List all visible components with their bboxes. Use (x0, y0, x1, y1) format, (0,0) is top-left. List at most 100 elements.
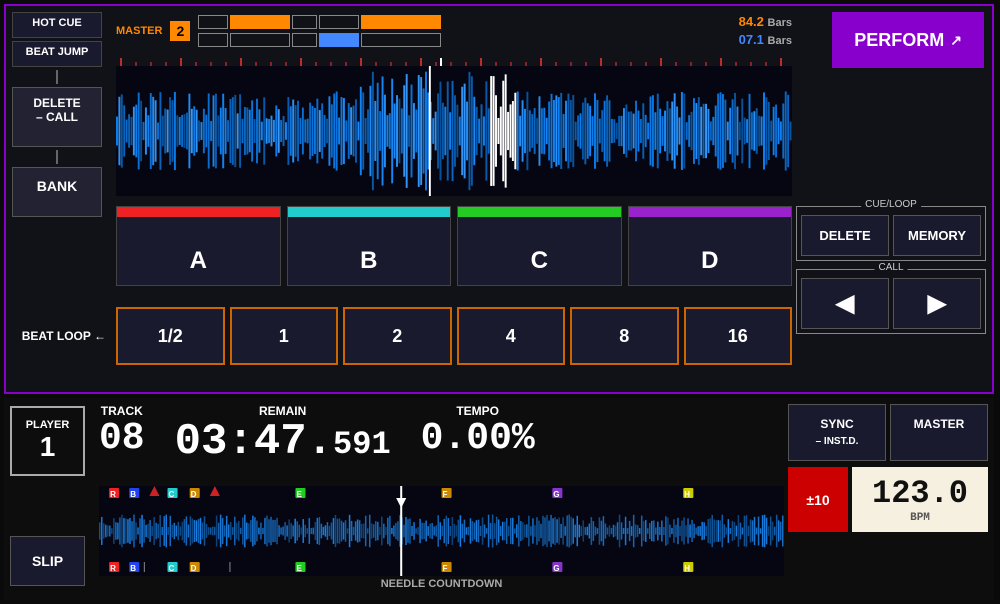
beatloop-btn-1[interactable]: 1 (230, 307, 339, 365)
bar-seg (198, 15, 228, 29)
cue-button-b[interactable]: B (287, 206, 452, 286)
connector-line2 (56, 150, 58, 164)
hot-cue-button[interactable]: HOT CUE (12, 12, 102, 38)
waveform-svg (116, 66, 792, 196)
perform-button[interactable]: PERFORM ↗ (832, 12, 984, 68)
sync-master-row: SYNC– INST.D. MASTER (788, 404, 988, 461)
beatloop-btn-8[interactable]: 8 (570, 307, 679, 365)
track-value: 08 (99, 420, 145, 458)
bar-row-1: 84.2 Bars (198, 14, 792, 29)
call-prev-button[interactable]: ◀ (801, 278, 889, 329)
beatloop-btn-16[interactable]: 16 (684, 307, 793, 365)
left-sidebar: HOT CUE BEAT JUMP DELETE– CALL BANK (12, 12, 102, 217)
bottom-panel: PLAYER 1 TRACK 08 REMAIN 03:47.591 TEMPO… (4, 398, 994, 600)
track-label: TRACK (101, 404, 143, 418)
svg-text:D: D (191, 490, 197, 499)
right-panel: CUE/LOOP DELETE MEMORY CALL ◀ ▶ (796, 206, 986, 334)
master-button[interactable]: MASTER (890, 404, 988, 461)
beatloop-btn-4[interactable]: 4 (457, 307, 566, 365)
cue-button-a[interactable]: A (116, 206, 281, 286)
svg-text:F: F (443, 564, 448, 573)
svg-text:E: E (296, 490, 302, 499)
beatloop-btn-half[interactable]: 1/2 (116, 307, 225, 365)
bpm-display: 123.0 BPM (852, 467, 988, 532)
cue-button-d[interactable]: D (628, 206, 793, 286)
svg-text:F: F (443, 490, 448, 499)
abcd-row: A B C D (116, 206, 792, 286)
svg-text:R: R (110, 564, 116, 573)
main-waveform (116, 66, 792, 196)
svg-text:B: B (130, 564, 136, 573)
svg-text:H: H (684, 490, 690, 499)
svg-text:G: G (553, 490, 559, 499)
cue-loop-delete-button[interactable]: DELETE (801, 215, 889, 256)
cue-color-d (629, 207, 792, 217)
bar-seg (230, 33, 290, 47)
bar-segments-2 (198, 33, 718, 47)
top-panel: HOT CUE BEAT JUMP DELETE– CALL BANK MAST… (4, 4, 994, 394)
bar-segments-1 (198, 15, 718, 29)
cue-label-c: C (531, 247, 548, 275)
svg-text:E: E (296, 564, 302, 573)
svg-text:C: C (169, 490, 175, 499)
master-header: MASTER 2 84.2 Bars (116, 14, 792, 47)
call-next-button[interactable]: ▶ (893, 278, 981, 329)
beat-jump-button[interactable]: BEAT JUMP (12, 41, 102, 67)
svg-text:R: R (110, 490, 116, 499)
perform-label: PERFORM (854, 30, 944, 51)
beatloop-btn-2[interactable]: 2 (343, 307, 452, 365)
bar-seg (198, 33, 228, 47)
sync-button[interactable]: SYNC– INST.D. (788, 404, 886, 461)
cue-color-c (458, 207, 621, 217)
needle-countdown-label: NEEDLE COUNTDOWN (99, 578, 784, 590)
connector-line (56, 70, 58, 84)
player-label: PLAYER (26, 419, 70, 431)
beatloop-buttons: 1/2 1 2 4 8 16 (116, 307, 792, 365)
slip-button[interactable]: SLIP (10, 536, 85, 586)
bottom-right: SYNC– INST.D. MASTER ±10 123.0 BPM (788, 404, 988, 532)
cue-label-b: B (360, 247, 377, 275)
bottom-waveform-svg: R B C D E F G H (99, 486, 784, 576)
bank-button[interactable]: BANK (12, 167, 102, 217)
bar-seg (319, 15, 359, 29)
track-section: TRACK 08 REMAIN 03:47.591 TEMPO 0.00% (99, 404, 535, 464)
bpm-row: ±10 123.0 BPM (788, 467, 988, 532)
bar-value-2: 07.1 Bars (722, 32, 792, 47)
tempo-col: TEMPO 0.00% (421, 404, 535, 458)
bar-seg (292, 15, 317, 29)
cue-label-d: D (701, 247, 718, 275)
player-num-badge: 2 (170, 21, 190, 41)
cue-loop-memory-button[interactable]: MEMORY (893, 215, 981, 256)
beatloop-label: BEAT LOOP ← (6, 329, 116, 343)
perform-arrow-icon: ↗ (950, 32, 962, 49)
bar-value-1: 84.2 Bars (722, 14, 792, 29)
bar-seg-filled (230, 15, 290, 29)
svg-text:H: H (684, 564, 690, 573)
delete-call-button[interactable]: DELETE– CALL (12, 87, 102, 147)
call-buttons: ◀ ▶ (801, 278, 981, 329)
call-section: CALL ◀ ▶ (796, 269, 986, 334)
cue-color-a (117, 207, 280, 217)
bar-row-2: 07.1 Bars (198, 32, 792, 47)
bpm-label: BPM (910, 512, 930, 524)
tempo-value: 0.00% (421, 420, 535, 458)
cue-color-b (288, 207, 451, 217)
cue-loop-section-label: CUE/LOOP (861, 199, 921, 210)
cue-loop-section: CUE/LOOP DELETE MEMORY (796, 206, 986, 261)
bars-container: 84.2 Bars 07.1 Bars (198, 14, 792, 47)
beatloop-area: BEAT LOOP ← 1/2 1 2 4 8 16 (6, 301, 792, 371)
svg-text:C: C (169, 564, 175, 573)
cue-button-c[interactable]: C (457, 206, 622, 286)
remain-value: 03:47.591 (175, 420, 391, 464)
remain-col: REMAIN 03:47.591 (175, 404, 391, 464)
bpm-value: 123.0 (872, 475, 968, 512)
bar-seg-filled2 (361, 15, 441, 29)
svg-text:D: D (191, 564, 197, 573)
plusminus-button[interactable]: ±10 (788, 467, 848, 532)
remain-label: REMAIN (259, 404, 306, 418)
bottom-waveform: R B C D E F G H (99, 486, 784, 576)
track-col: TRACK 08 (99, 404, 145, 458)
player-number: 1 (40, 431, 56, 463)
cue-loop-buttons: DELETE MEMORY (801, 215, 981, 256)
svg-text:G: G (553, 564, 559, 573)
